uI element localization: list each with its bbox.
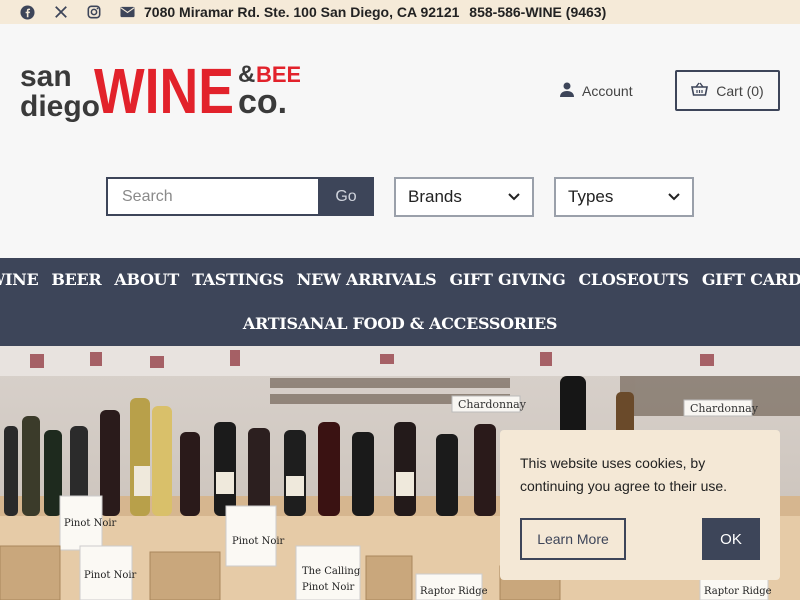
chevron-down-icon bbox=[668, 190, 680, 204]
account-label: Account bbox=[582, 83, 633, 99]
learn-more-button[interactable]: Learn More bbox=[520, 518, 626, 560]
cookie-ok-button[interactable]: OK bbox=[702, 518, 760, 560]
account-link[interactable]: Account bbox=[560, 81, 633, 101]
basket-icon bbox=[691, 82, 709, 99]
facebook-icon[interactable] bbox=[18, 3, 36, 21]
site-logo[interactable]: san diego WINE & BEER co. bbox=[20, 58, 300, 128]
nav-item-tastings[interactable]: TASTINGS bbox=[192, 268, 284, 292]
types-select-value: Types bbox=[568, 187, 614, 206]
cart-label: Cart (0) bbox=[716, 82, 764, 99]
brands-select[interactable]: Brands bbox=[394, 177, 534, 217]
top-bar: 7080 Miramar Rd. Ste. 100 San Diego, CA … bbox=[0, 0, 800, 24]
address-text: 7080 Miramar Rd. Ste. 100 San Diego, CA … bbox=[144, 4, 460, 20]
phone-link[interactable]: 858-586-WINE (9463) bbox=[469, 4, 606, 20]
nav-item-about[interactable]: ABOUT bbox=[114, 268, 179, 292]
cookie-banner: This website uses cookies, by continuing… bbox=[500, 430, 780, 580]
logo-wine: WINE bbox=[94, 58, 234, 127]
hero-card-6: Pinot Noir bbox=[84, 570, 137, 581]
nav-item-beer[interactable]: BEER bbox=[51, 268, 101, 292]
hero-sign-chardonnay-2: Chardonnay bbox=[690, 402, 759, 415]
envelope-icon[interactable] bbox=[118, 3, 136, 21]
user-icon bbox=[560, 82, 574, 100]
hero-card-2: Pinot Noir bbox=[232, 536, 285, 547]
search-form: Go bbox=[106, 177, 374, 216]
search-go-button[interactable]: Go bbox=[318, 177, 374, 216]
x-icon[interactable] bbox=[52, 3, 70, 21]
nav-item-gift-giving[interactable]: GIFT GIVING bbox=[449, 268, 565, 292]
logo-diego: diego bbox=[20, 90, 100, 123]
hero-card-3: The Calling bbox=[302, 566, 361, 577]
cart-button[interactable]: Cart (0) bbox=[675, 70, 780, 111]
contact-info: 7080 Miramar Rd. Ste. 100 San Diego, CA … bbox=[144, 3, 606, 21]
site-header: san diego WINE & BEER co. Account Cart (… bbox=[0, 24, 800, 258]
nav-item-wine[interactable]: WINE bbox=[0, 268, 39, 292]
types-select[interactable]: Types bbox=[554, 177, 694, 217]
hero-card-4: Pinot Noir bbox=[302, 582, 355, 593]
nav-item-artisanal-food[interactable]: ARTISANAL FOOD & ACCESSORIES bbox=[243, 312, 558, 336]
instagram-icon[interactable] bbox=[85, 3, 103, 21]
nav-item-new-arrivals[interactable]: NEW ARRIVALS bbox=[297, 268, 437, 292]
chevron-down-icon bbox=[508, 190, 520, 204]
hero-card-5: Raptor Ridge bbox=[420, 586, 488, 597]
hero-card-1: Pinot Noir bbox=[64, 518, 117, 529]
main-nav: WINE BEER ABOUT TASTINGS NEW ARRIVALS GI… bbox=[0, 258, 800, 346]
nav-item-closeouts[interactable]: CLOSEOUTS bbox=[578, 268, 689, 292]
hero-sign-chardonnay-1: Chardonnay bbox=[458, 398, 527, 411]
cookie-message: This website uses cookies, by continuing… bbox=[520, 455, 728, 494]
brands-select-value: Brands bbox=[408, 187, 462, 206]
logo-san: san bbox=[20, 60, 72, 93]
search-input[interactable] bbox=[106, 177, 318, 216]
nav-item-gift-cards[interactable]: GIFT CARDS bbox=[702, 268, 800, 292]
logo-co: co. bbox=[238, 83, 287, 121]
hero-card-7: Raptor Ridge bbox=[704, 586, 772, 597]
